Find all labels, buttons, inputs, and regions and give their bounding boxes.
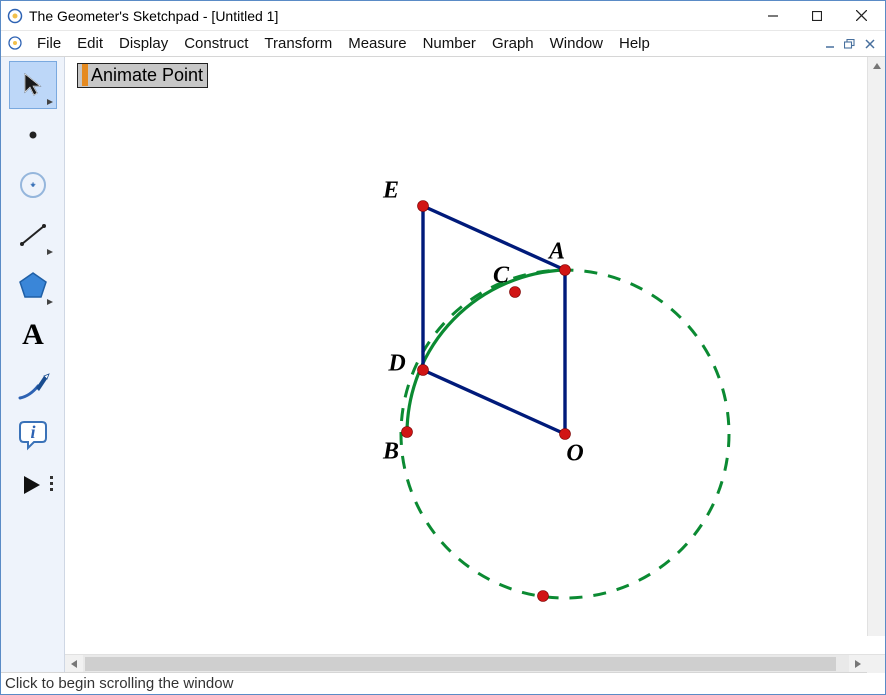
mdi-minimize-button[interactable]	[821, 36, 839, 52]
menu-window[interactable]: Window	[542, 33, 611, 54]
sketch-canvas[interactable]: Animate Point E A C D B O	[65, 57, 885, 654]
expand-icon	[47, 299, 53, 305]
text-tool[interactable]: A	[9, 311, 57, 359]
scroll-up-button[interactable]	[868, 57, 885, 75]
menubar: File Edit Display Construct Transform Me…	[1, 31, 885, 57]
window-title: The Geometer's Sketchpad - [Untitled 1]	[29, 8, 278, 24]
segment-EA[interactable]	[423, 206, 565, 270]
svg-text:+: +	[30, 180, 36, 191]
sketch-svg	[65, 57, 865, 654]
menu-help[interactable]: Help	[611, 33, 658, 54]
app-icon	[7, 8, 23, 24]
point-bottom[interactable]	[538, 591, 549, 602]
label-E[interactable]: E	[383, 178, 399, 205]
label-O[interactable]: O	[566, 441, 583, 468]
point-A[interactable]	[560, 265, 571, 276]
close-button[interactable]	[839, 2, 883, 30]
label-A[interactable]: A	[549, 239, 565, 266]
menu-display[interactable]: Display	[111, 33, 176, 54]
menu-construct[interactable]: Construct	[176, 33, 256, 54]
circle-tool[interactable]: +	[9, 161, 57, 209]
info-tool[interactable]: i	[9, 411, 57, 459]
menu-graph[interactable]: Graph	[484, 33, 542, 54]
maximize-button[interactable]	[795, 2, 839, 30]
point-B[interactable]	[402, 427, 413, 438]
resize-grip[interactable]	[867, 655, 885, 673]
status-text: Click to begin scrolling the window	[5, 675, 233, 692]
mdi-buttons	[821, 36, 883, 52]
horizontal-scrollbar[interactable]	[65, 654, 885, 672]
svg-text:A: A	[22, 318, 44, 351]
window-buttons	[751, 2, 883, 30]
canvas-area: Animate Point E A C D B O	[65, 57, 885, 672]
minimize-button[interactable]	[751, 2, 795, 30]
expand-dots-icon	[50, 476, 53, 491]
point-D[interactable]	[418, 365, 429, 376]
app-window: The Geometer's Sketchpad - [Untitled 1] …	[0, 0, 886, 695]
scroll-right-button[interactable]	[849, 655, 867, 673]
point-C[interactable]	[510, 287, 521, 298]
scroll-left-button[interactable]	[65, 655, 83, 673]
point-E[interactable]	[418, 201, 429, 212]
menu-file[interactable]: File	[29, 33, 69, 54]
select-tool[interactable]	[9, 61, 57, 109]
segment-OD[interactable]	[423, 370, 565, 434]
vertical-scrollbar[interactable]	[867, 57, 885, 636]
label-D[interactable]: D	[388, 351, 405, 378]
point-O[interactable]	[560, 429, 571, 440]
expand-icon	[47, 249, 53, 255]
expand-icon	[47, 99, 53, 105]
point-tool[interactable]	[9, 111, 57, 159]
mdi-close-button[interactable]	[861, 36, 879, 52]
arc-solid[interactable]	[407, 270, 565, 432]
custom-tool[interactable]	[9, 461, 57, 509]
menu-number[interactable]: Number	[415, 33, 484, 54]
label-C[interactable]: C	[493, 263, 509, 290]
scroll-thumb[interactable]	[85, 657, 836, 671]
mdi-restore-button[interactable]	[841, 36, 859, 52]
svg-text:i: i	[30, 422, 35, 442]
polygon-tool[interactable]	[9, 261, 57, 309]
menu-edit[interactable]: Edit	[69, 33, 111, 54]
menu-measure[interactable]: Measure	[340, 33, 414, 54]
label-B[interactable]: B	[383, 439, 399, 466]
main-area: + A i	[1, 57, 885, 672]
menu-transform[interactable]: Transform	[256, 33, 340, 54]
line-tool[interactable]	[9, 211, 57, 259]
scroll-track[interactable]	[83, 655, 849, 672]
toolbar: + A i	[1, 57, 65, 672]
doc-icon	[7, 35, 25, 53]
marker-tool[interactable]	[9, 361, 57, 409]
statusbar: Click to begin scrolling the window	[1, 672, 885, 694]
titlebar: The Geometer's Sketchpad - [Untitled 1]	[1, 1, 885, 31]
